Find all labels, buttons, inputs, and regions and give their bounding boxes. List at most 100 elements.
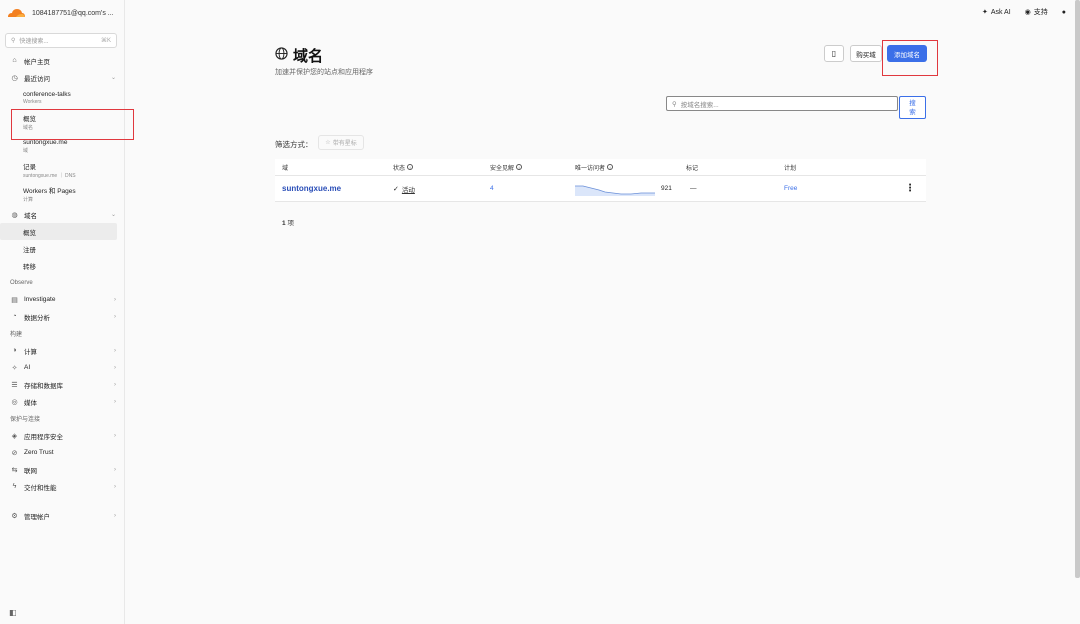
header-tags: 标记 — [686, 159, 698, 175]
header-label: 标记 — [686, 165, 699, 172]
book-icon: ▯ — [831, 49, 837, 58]
sidebar-item-manage-account[interactable]: ⚙ 管理帐户 › — [0, 507, 124, 524]
sidebar-item-zero-trust[interactable]: ⊘ Zero Trust — [0, 444, 124, 461]
chart-icon: ◔ — [12, 313, 17, 320]
sidebar-item-domains-transfer[interactable]: 转移 — [0, 257, 124, 274]
page-scrollbar[interactable] — [1075, 0, 1080, 578]
sidebar-item-label: 存储和数据库 — [24, 382, 63, 390]
header-label: 计划 — [784, 165, 797, 172]
header-plan: 计划 — [784, 159, 796, 175]
sidebar-item-recent[interactable]: ◷ 最近访问 ⌄ — [0, 69, 124, 86]
chevron-right-icon: › — [114, 347, 116, 354]
header-status[interactable]: 状态 i — [393, 159, 414, 175]
globe-icon: ◍ — [11, 211, 18, 219]
starred-filter-chip[interactable]: ☆ 带有星标 — [318, 135, 364, 150]
account-header[interactable]: 1084187751@qq.com's ... — [0, 0, 124, 26]
media-icon: ◎ — [11, 398, 18, 406]
zero-trust-icon: ⊘ — [11, 449, 18, 457]
header-domain[interactable]: 域 — [282, 159, 288, 175]
search-button[interactable]: 搜索 — [899, 96, 926, 119]
compute-icon: ◑ — [12, 347, 17, 354]
search-icon: ⚲ — [672, 100, 677, 108]
info-icon[interactable]: i — [607, 164, 614, 170]
section-build: 构建 — [10, 332, 23, 338]
sidebar-item-domains[interactable]: ◍ 域名 ⌄ — [0, 206, 124, 223]
add-domain-button[interactable]: 添加域名 — [887, 45, 927, 62]
table-header: 域 状态 i 安全见解 i 唯一访问者 i 标记 计划 — [275, 159, 926, 176]
network-icon: ⇆ — [11, 466, 18, 474]
domain-search-placeholder: 按域名搜索... — [680, 101, 719, 109]
chevron-right-icon: › — [114, 296, 116, 303]
sidebar-item-label: 交付和性能 — [24, 484, 57, 492]
domain-search-input[interactable]: ⚲ 按域名搜索... — [666, 96, 898, 111]
docs-button[interactable]: ▯ — [824, 45, 844, 62]
sidebar-item-label: 媒体 — [24, 399, 37, 407]
header-unique-visitors[interactable]: 唯一访问者 i — [575, 159, 614, 175]
header-label: 唯一访问者 — [575, 165, 606, 172]
sidebar-item-label: AI — [24, 364, 31, 371]
document-search-icon: ▤ — [11, 296, 18, 304]
lightning-icon: ϟ — [12, 483, 17, 490]
starred-filter-label: 带有星标 — [332, 141, 357, 147]
sidebar-item-label: Investigate — [24, 296, 56, 303]
sidebar-item-label: 域名 — [24, 212, 37, 220]
shield-icon: ◈ — [11, 432, 18, 440]
sidebar-item-home[interactable]: ⌂ 帐户主页 — [0, 52, 124, 69]
recent-item-workers-pages[interactable]: Workers 和 Pages 计算 — [0, 182, 124, 206]
status-badge[interactable]: 活动 — [402, 184, 415, 194]
quick-search-input[interactable]: ⚲ 快速搜索... ⌘K — [5, 33, 117, 48]
sparkle-icon: ✧ — [11, 364, 18, 372]
sidebar-item-domains-overview[interactable]: 概览 — [0, 223, 117, 240]
chevron-right-icon: › — [114, 381, 116, 388]
items-count-number: 1 — [282, 220, 286, 227]
recent-item-sub: suntongxue.me ｜ DNS — [23, 173, 76, 179]
sidebar-item-label: 管理帐户 — [24, 513, 50, 521]
info-icon[interactable]: i — [407, 164, 414, 170]
sidebar-item-app-security[interactable]: ◈ 应用程序安全 › — [0, 427, 124, 444]
recent-item-overview[interactable]: 概览 域名 — [0, 110, 124, 134]
info-icon[interactable]: i — [516, 164, 523, 170]
globe-icon — [275, 47, 288, 64]
page-title: 域名 — [275, 45, 323, 66]
domain-link[interactable]: suntongxue.me — [282, 184, 341, 193]
security-insights-count[interactable]: 4 — [490, 185, 494, 192]
chevron-right-icon: › — [114, 466, 116, 473]
chevron-down-icon: ⌄ — [110, 75, 116, 81]
sidebar-item-delivery[interactable]: ϟ 交付和性能 › — [0, 478, 124, 495]
recent-item-records[interactable]: 记录 suntongxue.me ｜ DNS — [0, 158, 124, 182]
recent-item-suntongxue[interactable]: suntongxue.me 域 — [0, 134, 124, 158]
sidebar-item-compute[interactable]: ◑ 计算 › — [0, 342, 124, 359]
star-icon: ☆ — [325, 140, 331, 146]
header-security-insights[interactable]: 安全见解 i — [490, 159, 523, 175]
sidebar-item-label: Zero Trust — [24, 449, 54, 456]
filter-label: 筛选方式： — [275, 140, 313, 149]
recent-item-title: 记录 — [23, 164, 36, 171]
sidebar-item-analytics[interactable]: ◔ 数据分析 › — [0, 308, 124, 325]
database-icon: ☰ — [11, 381, 18, 389]
chevron-right-icon: › — [114, 432, 116, 439]
header-label: 安全见解 — [490, 165, 515, 172]
sidebar-item-ai[interactable]: ✧ AI › — [0, 359, 124, 376]
recent-item-sub: 域 — [23, 147, 29, 154]
chevron-right-icon: › — [114, 483, 116, 490]
chevron-right-icon: › — [114, 398, 116, 405]
sidebar-item-networking[interactable]: ⇆ 联网 › — [0, 461, 124, 478]
check-icon: ✓ — [393, 185, 399, 193]
sidebar-item-storage[interactable]: ☰ 存储和数据库 › — [0, 376, 124, 393]
page-title-text: 域名 — [293, 48, 324, 65]
recent-item-title: suntongxue.me — [23, 138, 68, 146]
header-label: 状态 — [393, 165, 406, 172]
recent-item-conference-talks[interactable]: conference-talks Workers — [0, 86, 124, 110]
more-options-icon[interactable]: ⋮ — [905, 183, 915, 194]
chevron-right-icon: › — [114, 313, 116, 320]
table-row[interactable]: suntongxue.me ✓ 活动 4 921 — Free ⋮ — [275, 176, 926, 202]
chevron-right-icon: › — [114, 364, 116, 371]
sidebar-item-media[interactable]: ◎ 媒体 › — [0, 393, 124, 410]
sidebar-item-domains-register[interactable]: 注册 — [0, 240, 124, 257]
buy-domain-button[interactable]: 购买域 — [850, 45, 882, 62]
plan-link[interactable]: Free — [784, 185, 797, 192]
sidebar-item-investigate[interactable]: ▤ Investigate › — [0, 291, 124, 308]
collapse-sidebar-icon[interactable]: ◧ — [9, 608, 17, 617]
sidebar-item-label: 数据分析 — [24, 314, 50, 322]
chevron-right-icon: › — [114, 512, 116, 519]
